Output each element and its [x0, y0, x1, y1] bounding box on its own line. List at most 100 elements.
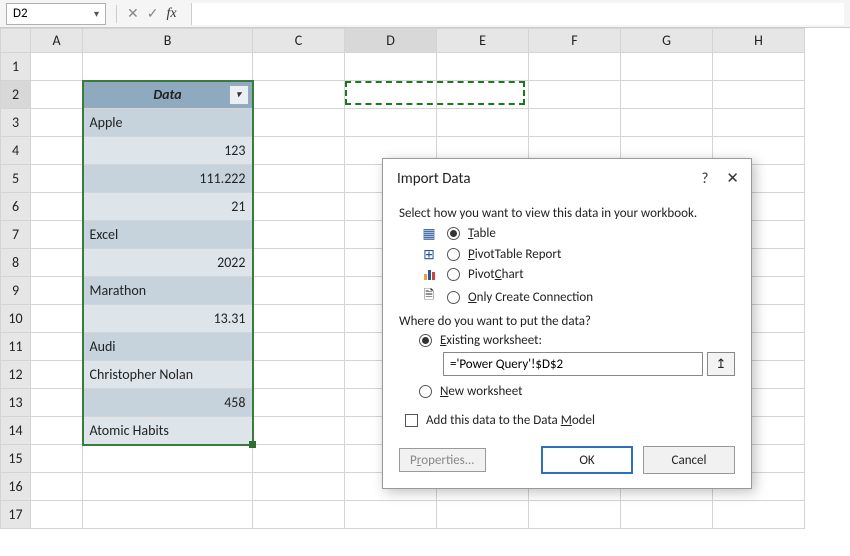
row-header-4[interactable]: 4 — [1, 137, 31, 165]
pivotchart-icon — [419, 270, 439, 280]
option-table-label: Table — [468, 226, 496, 241]
col-header-F[interactable]: F — [529, 29, 621, 53]
option-existing-worksheet[interactable]: Existing worksheet: — [419, 333, 735, 348]
col-header-D[interactable]: D — [345, 29, 437, 53]
col-header-E[interactable]: E — [437, 29, 529, 53]
cell[interactable] — [345, 53, 437, 81]
fill-handle[interactable] — [249, 441, 256, 448]
col-header-B[interactable]: B — [83, 29, 253, 53]
where-prompt: Where do you want to put the data? — [399, 314, 735, 329]
formula-bar-input[interactable] — [191, 3, 844, 25]
row-header-5[interactable]: 5 — [1, 165, 31, 193]
view-prompt: Select how you want to view this data in… — [399, 206, 735, 221]
name-box-dropdown-icon[interactable]: ▾ — [94, 7, 99, 20]
range-picker-icon[interactable]: ↥ — [707, 352, 735, 376]
properties-button[interactable]: Properties... — [399, 448, 486, 472]
radio-pivottable[interactable] — [447, 248, 460, 261]
cell[interactable] — [437, 81, 529, 109]
row-header-12[interactable]: 12 — [1, 361, 31, 389]
table-row[interactable]: Audi — [83, 333, 253, 361]
cell-value: 458 — [224, 394, 245, 411]
row-header-16[interactable]: 16 — [1, 473, 31, 501]
table-row[interactable]: Atomic Habits — [83, 417, 253, 445]
table-row[interactable]: Marathon — [83, 277, 253, 305]
cell-value: 13.31 — [214, 310, 246, 327]
option-table[interactable]: Table — [419, 225, 735, 242]
radio-table[interactable] — [447, 227, 460, 240]
close-icon[interactable]: ✕ — [726, 169, 739, 188]
cell[interactable] — [83, 53, 253, 81]
option-pivotchart-label: PivotChart — [468, 267, 524, 282]
cell[interactable] — [253, 53, 345, 81]
option-connection[interactable]: Only Create Connection — [419, 286, 735, 308]
col-header-H[interactable]: H — [713, 29, 805, 53]
table-row[interactable]: Excel — [83, 221, 253, 249]
add-to-model-checkbox-row[interactable]: Add this data to the Data Model — [405, 413, 735, 428]
option-pivottable[interactable]: PivotTable Report — [419, 246, 735, 263]
table-row[interactable]: 13.31 — [83, 305, 253, 333]
name-box-value: D2 — [13, 6, 28, 21]
ok-button[interactable]: OK — [541, 446, 633, 474]
dialog-title: Import Data — [397, 170, 471, 188]
filter-dropdown-icon[interactable]: ▾ — [229, 85, 249, 105]
cell-value: 111.222 — [199, 170, 245, 187]
cell[interactable] — [31, 53, 83, 81]
accept-formula-icon[interactable]: ✓ — [147, 5, 159, 22]
row-header-1[interactable]: 1 — [1, 53, 31, 81]
table-row[interactable]: 21 — [83, 193, 253, 221]
table-row[interactable]: Apple — [83, 109, 253, 137]
select-all-corner[interactable] — [1, 29, 31, 53]
radio-pivotchart[interactable] — [447, 268, 460, 281]
col-header-G[interactable]: G — [621, 29, 713, 53]
cancel-button[interactable]: Cancel — [643, 446, 735, 474]
cell[interactable] — [621, 81, 713, 109]
data-table-header[interactable]: Data ▾ — [83, 81, 253, 109]
cell[interactable] — [31, 81, 83, 109]
fx-icon[interactable]: fx — [166, 6, 176, 22]
table-row[interactable]: 123 — [83, 137, 253, 165]
option-new-worksheet[interactable]: New worksheet — [419, 384, 735, 399]
row-header-10[interactable]: 10 — [1, 305, 31, 333]
row-header-7[interactable]: 7 — [1, 221, 31, 249]
row-header-9[interactable]: 9 — [1, 277, 31, 305]
cell[interactable] — [529, 53, 621, 81]
add-to-model-checkbox[interactable] — [405, 414, 418, 427]
option-pivotchart[interactable]: PivotChart — [419, 267, 735, 282]
cell-value: Excel — [90, 226, 119, 243]
cell[interactable] — [437, 53, 529, 81]
row-header-13[interactable]: 13 — [1, 389, 31, 417]
row-header-11[interactable]: 11 — [1, 333, 31, 361]
row-header-8[interactable]: 8 — [1, 249, 31, 277]
cell-value: 123 — [224, 142, 245, 159]
radio-connection[interactable] — [447, 291, 460, 304]
row-header-6[interactable]: 6 — [1, 193, 31, 221]
radio-new[interactable] — [419, 385, 432, 398]
radio-existing[interactable] — [419, 334, 432, 347]
row-header-2[interactable]: 2 — [1, 81, 31, 109]
option-connection-label: Only Create Connection — [468, 290, 593, 305]
cell[interactable] — [253, 81, 345, 109]
name-box[interactable]: D2 ▾ — [6, 3, 106, 25]
location-input[interactable] — [443, 352, 703, 376]
cell[interactable] — [621, 53, 713, 81]
dialog-titlebar[interactable]: Import Data ? ✕ — [383, 159, 751, 194]
import-data-dialog: Import Data ? ✕ Select how you want to v… — [382, 158, 752, 489]
table-row[interactable]: 111.222 — [83, 165, 253, 193]
row-header-15[interactable]: 15 — [1, 445, 31, 473]
table-row[interactable]: 458 — [83, 389, 253, 417]
table-row[interactable]: Christopher Nolan — [83, 361, 253, 389]
col-header-A[interactable]: A — [31, 29, 83, 53]
table-icon — [419, 225, 439, 242]
cancel-formula-icon[interactable]: ✕ — [127, 5, 139, 22]
help-icon[interactable]: ? — [701, 170, 708, 188]
table-row[interactable]: 2022 — [83, 249, 253, 277]
row-header-14[interactable]: 14 — [1, 417, 31, 445]
cell-D2-active[interactable] — [345, 81, 437, 109]
row-header-3[interactable]: 3 — [1, 109, 31, 137]
cell[interactable] — [713, 81, 805, 109]
cell-value: Marathon — [90, 282, 147, 299]
row-header-17[interactable]: 17 — [1, 501, 31, 529]
cell[interactable] — [713, 53, 805, 81]
cell[interactable] — [529, 81, 621, 109]
col-header-C[interactable]: C — [253, 29, 345, 53]
